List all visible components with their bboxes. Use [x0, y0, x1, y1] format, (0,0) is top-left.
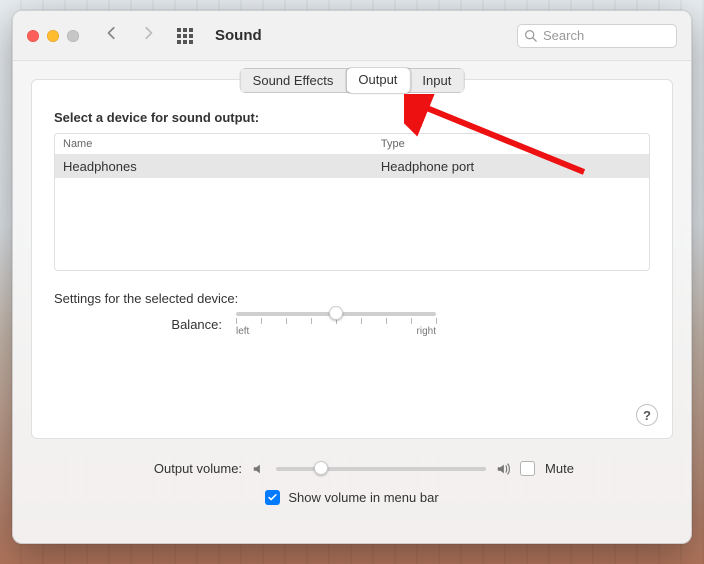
output-device-heading: Select a device for sound output:	[32, 96, 672, 133]
volume-knob[interactable]	[314, 461, 328, 475]
balance-slider[interactable]: left right	[236, 312, 436, 337]
footer: Output volume: Mute Show volume in menu …	[13, 439, 691, 505]
column-name[interactable]: Name	[63, 138, 381, 150]
tab-group: Sound Effects Output Input	[240, 68, 465, 93]
speaker-high-icon	[496, 462, 510, 476]
device-type: Headphone port	[381, 159, 474, 174]
output-panel: Sound Effects Output Input Select a devi…	[31, 79, 673, 439]
nav-arrows	[105, 26, 155, 45]
minimize-icon[interactable]	[47, 30, 59, 42]
mute-label: Mute	[545, 461, 574, 476]
forward-icon[interactable]	[141, 26, 155, 45]
column-type[interactable]: Type	[381, 138, 641, 150]
show-volume-label: Show volume in menu bar	[288, 490, 438, 505]
close-icon[interactable]	[27, 30, 39, 42]
page-title: Sound	[215, 27, 262, 44]
traffic-lights	[27, 30, 79, 42]
output-device-table: Name Type Headphones Headphone port	[54, 133, 650, 271]
speaker-low-icon	[252, 462, 266, 476]
search-placeholder: Search	[543, 28, 584, 43]
balance-label: Balance:	[54, 317, 222, 332]
volume-slider[interactable]	[276, 467, 486, 471]
device-name: Headphones	[63, 159, 381, 174]
balance-right-label: right	[417, 326, 436, 337]
show-volume-row: Show volume in menu bar	[31, 490, 673, 505]
show-all-icon[interactable]	[177, 28, 193, 44]
help-button[interactable]: ?	[636, 404, 658, 426]
question-icon: ?	[643, 408, 651, 423]
search-input[interactable]: Search	[517, 24, 677, 48]
sound-preferences-window: Sound Search Sound Effects Output Input …	[12, 10, 692, 544]
output-volume-row: Output volume: Mute	[31, 461, 673, 476]
table-row[interactable]: Headphones Headphone port	[55, 155, 649, 178]
tab-sound-effects[interactable]: Sound Effects	[241, 69, 347, 92]
table-header: Name Type	[55, 134, 649, 155]
output-volume-label: Output volume:	[130, 461, 242, 476]
balance-row: Balance: left right	[32, 312, 672, 337]
balance-knob[interactable]	[329, 306, 343, 320]
zoom-icon[interactable]	[67, 30, 79, 42]
search-icon	[524, 29, 537, 42]
titlebar: Sound Search	[13, 11, 691, 61]
tab-input[interactable]: Input	[410, 69, 463, 92]
selected-device-heading: Settings for the selected device:	[32, 271, 672, 312]
mute-checkbox[interactable]	[520, 461, 535, 476]
show-volume-checkbox[interactable]	[265, 490, 280, 505]
tab-output[interactable]: Output	[346, 68, 410, 93]
back-icon[interactable]	[105, 26, 119, 45]
balance-left-label: left	[236, 326, 249, 337]
